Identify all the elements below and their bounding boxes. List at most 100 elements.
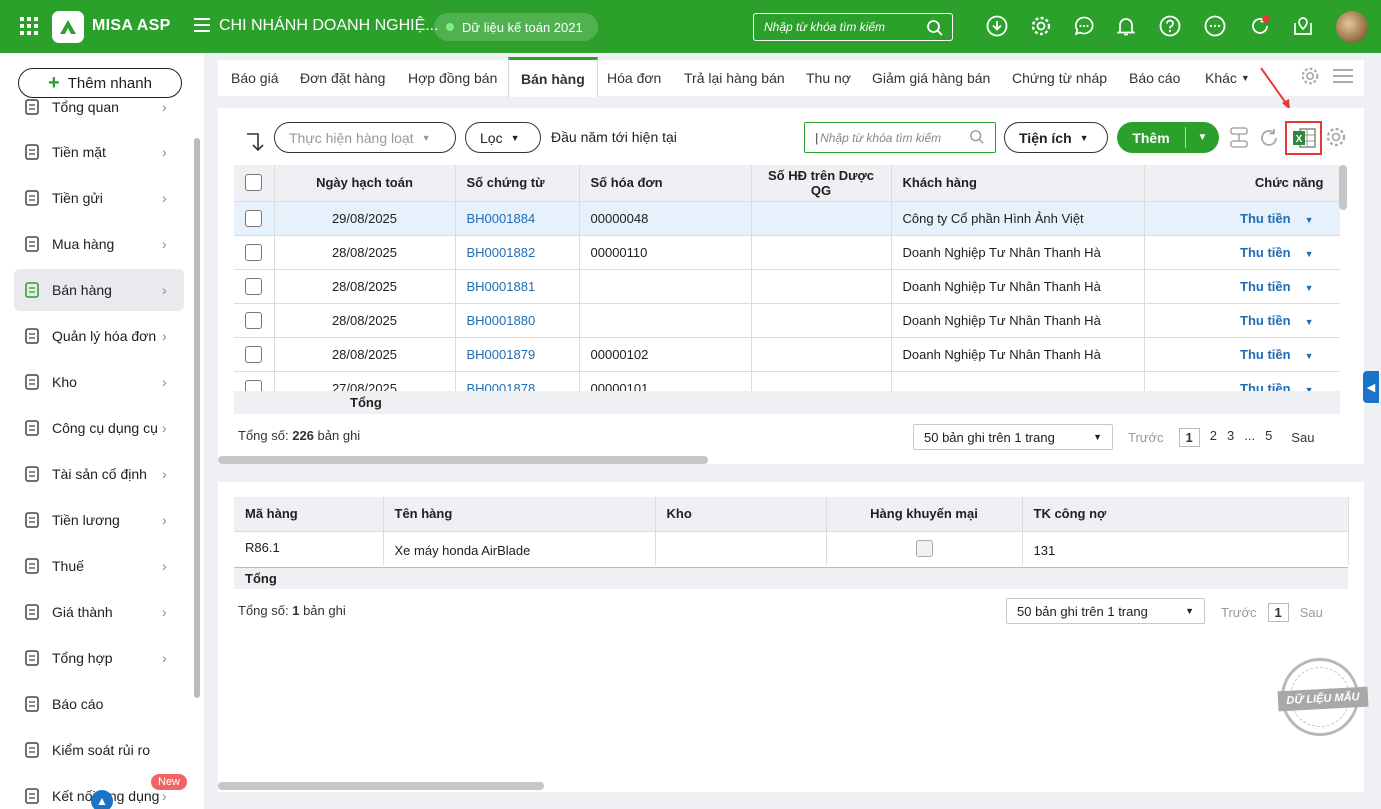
apps-grid-icon[interactable] [20, 17, 38, 35]
row-checkbox[interactable] [245, 277, 263, 295]
sidebar-item-7[interactable]: Công cụ dụng cụ › [14, 407, 184, 449]
column-header[interactable]: Số HĐ trên Dược QG [751, 165, 892, 201]
sidebar-item-6[interactable]: Kho › [14, 361, 184, 403]
table-row[interactable]: 28/08/2025 BH0001881 Doanh Nghiệp Tư Nhân … [234, 268, 1340, 303]
page-button[interactable]: 2 [1210, 428, 1217, 447]
page-size-select[interactable]: 50 bản ghi trên 1 trang ▼ [913, 424, 1113, 450]
cell-voucher-link[interactable]: BH0001879 [455, 336, 580, 371]
table-row[interactable]: 29/08/2025 BH0001884 00000048 Công ty Cổ ph… [234, 200, 1340, 235]
sidebar-item-5[interactable]: Quản lý hóa đơn › [14, 315, 184, 357]
caret-down-icon[interactable]: ▼ [1305, 249, 1314, 259]
cell-voucher-link[interactable]: BH0001878 [455, 370, 580, 391]
more-icon[interactable] [1204, 15, 1226, 37]
collect-payment-button[interactable]: Thu tiền [1240, 279, 1291, 294]
tab-7[interactable]: Giảm giá hàng bán [872, 60, 990, 96]
collect-payment-button[interactable]: Thu tiền [1240, 313, 1291, 328]
batch-action-button[interactable]: Thực hiện hàng loạt ▼ [274, 122, 456, 153]
column-header[interactable]: Hàng khuyến mại [826, 497, 1023, 531]
column-header[interactable]: Ngày hạch toán [274, 165, 456, 201]
chat-icon[interactable] [1073, 15, 1095, 37]
list-layout-icon[interactable] [1332, 66, 1354, 86]
collect-payment-button[interactable]: Thu tiền [1240, 245, 1291, 260]
select-all-checkbox[interactable] [245, 174, 263, 192]
scroll-up-icon[interactable]: ▲ [91, 790, 113, 809]
tab-9[interactable]: Báo cáo [1129, 60, 1180, 96]
tab-settings-icon[interactable] [1300, 66, 1320, 86]
sync-icon[interactable] [1249, 15, 1271, 37]
table-row[interactable]: 28/08/2025 BH0001882 00000110 Doanh Nghiệp … [234, 234, 1340, 269]
list-search-input[interactable]: | Nhập từ khóa tìm kiếm [804, 122, 996, 153]
cell-voucher-link[interactable]: BH0001880 [455, 302, 580, 337]
page-button[interactable]: 3 [1227, 428, 1234, 447]
caret-down-icon[interactable]: ▼ [1305, 283, 1314, 293]
tab-4[interactable]: Hóa đơn [607, 60, 661, 96]
tab-6[interactable]: Thu nợ [806, 60, 851, 96]
row-checkbox[interactable] [245, 209, 263, 227]
column-header[interactable]: Số chứng từ [455, 165, 580, 201]
next-page-button[interactable]: Sau [1291, 430, 1314, 445]
tab-1[interactable]: Đơn đặt hàng [300, 60, 385, 96]
grid-settings-icon[interactable] [1325, 126, 1347, 148]
flow-icon[interactable] [1228, 126, 1250, 150]
help-icon[interactable] [1159, 15, 1181, 37]
sidebar-item-3[interactable]: Mua hàng › [14, 223, 184, 265]
location-icon[interactable] [1292, 15, 1314, 37]
cell-voucher-link[interactable]: BH0001884 [455, 200, 580, 235]
prev-page-button[interactable]: Trước [1128, 430, 1164, 445]
sidebar-item-2[interactable]: Tiền gửi › [14, 177, 184, 219]
sidebar-item-1[interactable]: Tiền mặt › [14, 131, 184, 173]
export-excel-button[interactable]: X [1285, 121, 1322, 155]
sidebar-item-12[interactable]: Tổng hợp › [14, 637, 184, 679]
utility-button[interactable]: Tiện ích ▼ [1004, 122, 1108, 153]
tab-2[interactable]: Hợp đồng bán [408, 60, 497, 96]
sort-down-icon[interactable] [244, 130, 264, 152]
sidebar-scrollbar[interactable] [194, 138, 200, 698]
sidebar-item-4[interactable]: Bán hàng › [14, 269, 184, 311]
hamburger-menu-icon[interactable] [194, 18, 210, 32]
page-button[interactable]: 1 [1267, 603, 1289, 622]
side-panel-toggle-icon[interactable]: ◀ [1363, 371, 1379, 403]
tab-0[interactable]: Báo giá [231, 60, 278, 96]
add-button[interactable]: Thêm ▼ [1117, 122, 1219, 153]
row-checkbox[interactable] [245, 379, 263, 391]
sidebar-item-11[interactable]: Giá thành › [14, 591, 184, 633]
cell-voucher-link[interactable]: BH0001882 [455, 234, 580, 269]
settings-icon[interactable] [1030, 15, 1052, 37]
refresh-icon[interactable] [1258, 127, 1280, 149]
row-checkbox[interactable] [245, 345, 263, 363]
table-row[interactable]: R86.1 Xe máy honda AirBlade 131 [234, 530, 1349, 565]
prev-page-button[interactable]: Trước [1221, 605, 1257, 620]
column-header[interactable]: TK công nợ [1022, 497, 1349, 531]
column-header[interactable]: Số hóa đơn [579, 165, 752, 201]
next-page-button[interactable]: Sau [1300, 605, 1323, 620]
tab-8[interactable]: Chứng từ nháp [1012, 60, 1107, 96]
global-search-input[interactable]: Nhập từ khóa tìm kiếm [753, 13, 953, 41]
page-button[interactable]: 5 [1265, 428, 1272, 447]
cell-voucher-link[interactable]: BH0001881 [455, 268, 580, 303]
row-checkbox[interactable] [245, 311, 263, 329]
page-button[interactable]: 1 [1178, 428, 1200, 447]
tab-5[interactable]: Trả lại hàng bán [684, 60, 785, 96]
collect-payment-button[interactable]: Thu tiền [1240, 347, 1291, 362]
user-avatar[interactable] [1336, 11, 1368, 43]
promo-checkbox[interactable] [915, 539, 933, 557]
column-header[interactable]: Khách hàng [891, 165, 1145, 201]
branch-selector[interactable]: CHI NHÁNH DOANH NGHIỆ... [219, 17, 439, 35]
sidebar-item-10[interactable]: Thuế › [14, 545, 184, 587]
table-horizontal-scrollbar[interactable] [218, 456, 708, 464]
sidebar-item-14[interactable]: Kiểm soát rủi ro [14, 729, 184, 771]
table-vertical-scrollbar[interactable] [1339, 165, 1347, 210]
bell-icon[interactable] [1115, 15, 1137, 37]
table-row[interactable]: 28/08/2025 BH0001879 00000102 Doanh Nghiệp … [234, 336, 1340, 371]
tab-3[interactable]: Bán hàng [508, 57, 598, 97]
table-row[interactable]: 27/08/2025 BH0001878 00000101 Thu tiền ▼ [234, 370, 1340, 391]
caret-down-icon[interactable]: ▼ [1305, 215, 1314, 225]
caret-down-icon[interactable]: ▼ [1305, 317, 1314, 327]
dataset-badge[interactable]: Dữ liệu kế toán 2021 [434, 13, 598, 41]
table-row[interactable]: 28/08/2025 BH0001880 Doanh Nghiệp Tư Nhân … [234, 302, 1340, 337]
tab-10[interactable]: Khác ▼ [1205, 60, 1250, 96]
filter-button[interactable]: Lọc ▼ [465, 122, 541, 153]
caret-down-icon[interactable]: ▼ [1305, 351, 1314, 361]
collect-payment-button[interactable]: Thu tiền [1240, 381, 1291, 391]
sidebar-item-8[interactable]: Tài sản cố định › [14, 453, 184, 495]
